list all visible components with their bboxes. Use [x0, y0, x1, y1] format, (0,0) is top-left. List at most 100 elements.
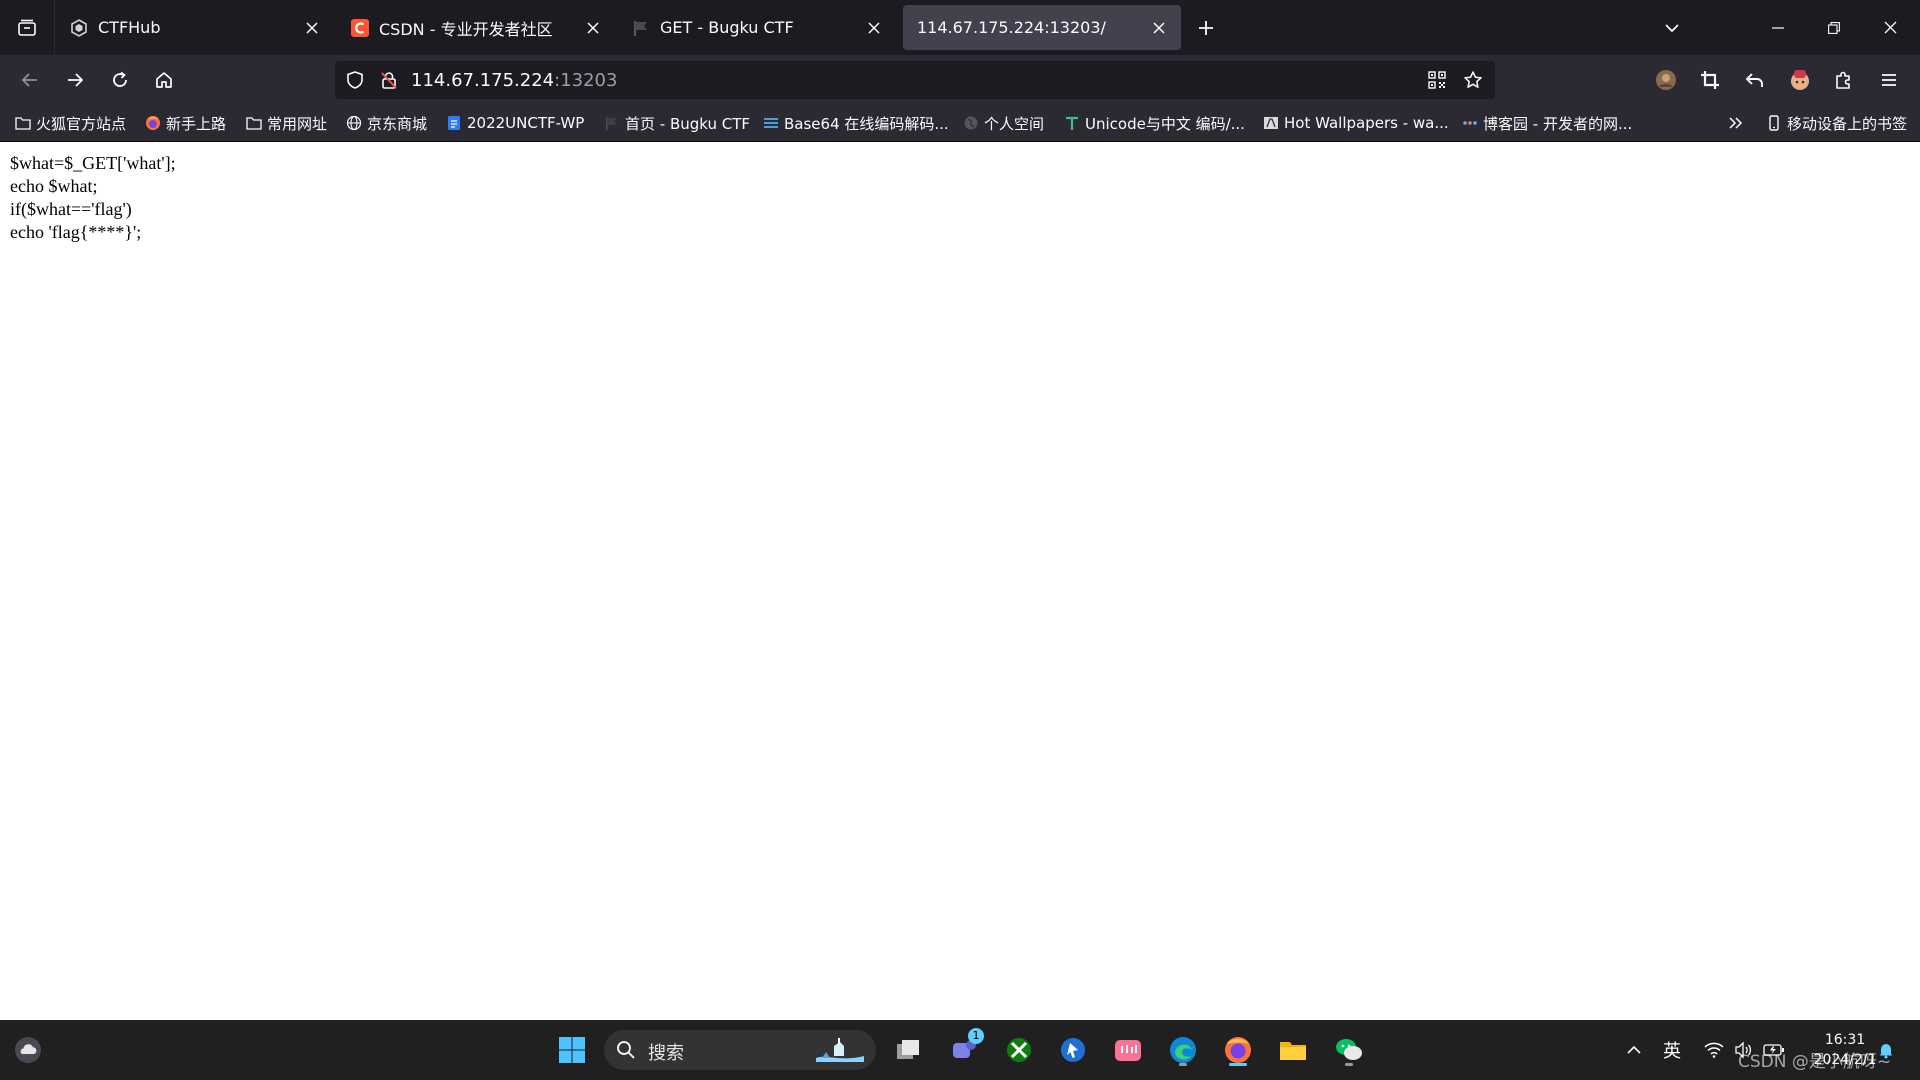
- task-view-button[interactable]: [888, 1030, 928, 1070]
- tab-title: CTFHub: [98, 18, 161, 37]
- bookmark-item[interactable]: Unicode与中文 编码/...: [1064, 112, 1245, 134]
- bookmark-label: 博客园 - 开发者的网...: [1483, 114, 1633, 133]
- input-method-indicator[interactable]: 英: [1660, 1038, 1684, 1062]
- bookmark-item[interactable]: 常用网址: [246, 112, 327, 134]
- bilibili-app-button[interactable]: [1108, 1030, 1148, 1070]
- restore-button[interactable]: [1806, 0, 1862, 55]
- taskbar-search[interactable]: 搜索: [604, 1030, 876, 1070]
- screenshot-button[interactable]: [1694, 64, 1726, 96]
- address-bar[interactable]: 114.67.175.224:13203: [335, 61, 1495, 99]
- bookmark-label: Unicode与中文 编码/...: [1085, 114, 1245, 133]
- close-tab-icon[interactable]: [1149, 18, 1169, 38]
- extensions-button[interactable]: [1828, 64, 1860, 96]
- t-icon: [1064, 115, 1080, 131]
- file-explorer-button[interactable]: [1273, 1030, 1313, 1070]
- active-app-indicator: [1229, 1063, 1247, 1066]
- mobile-bookmarks-folder[interactable]: 移动设备上的书签: [1766, 112, 1907, 134]
- home-icon: [156, 72, 172, 88]
- tab-bugku-get[interactable]: GET - Bugku CTF: [618, 5, 896, 50]
- close-tab-icon[interactable]: [302, 18, 322, 38]
- ctfhub-favicon-icon: [70, 18, 88, 37]
- bookmark-item[interactable]: 个人空间: [963, 112, 1044, 134]
- bookmark-item[interactable]: Base64 在线编码解码...: [763, 112, 949, 134]
- running-indicator: [1345, 1063, 1353, 1066]
- windows-logo-icon: [559, 1037, 585, 1063]
- tab-list-button[interactable]: [0, 0, 55, 55]
- bookmark-label: 京东商城: [367, 114, 428, 133]
- close-tab-icon[interactable]: [864, 18, 884, 38]
- pointer-app-button[interactable]: [1053, 1030, 1093, 1070]
- bookmark-label: 首页 - Bugku CTF: [625, 114, 751, 133]
- forward-button[interactable]: [59, 64, 91, 96]
- close-tab-icon[interactable]: [583, 18, 603, 38]
- folder-icon: [246, 115, 262, 131]
- chevron-up-icon: [1627, 1045, 1641, 1054]
- minimize-icon: [1772, 26, 1784, 29]
- tab-ctfhub[interactable]: CTFHub: [56, 5, 334, 50]
- firefox-icon: [145, 115, 161, 131]
- bookmark-star-icon[interactable]: [1461, 68, 1485, 92]
- url-text[interactable]: 114.67.175.224:13203: [411, 70, 617, 91]
- cnblogs-icon: [1462, 115, 1478, 131]
- puzzle-icon: [1836, 71, 1850, 89]
- bookmark-item[interactable]: Hot Wallpapers - wa...: [1263, 112, 1449, 134]
- tab-current[interactable]: 114.67.175.224:13203/: [903, 5, 1181, 50]
- navigation-toolbar: 114.67.175.224:13203: [0, 55, 1920, 105]
- bookmark-label: 2022UNCTF-WP: [467, 114, 585, 132]
- more-bookmarks-button[interactable]: [1728, 112, 1749, 134]
- teams-chat-button[interactable]: 1: [944, 1028, 984, 1070]
- undo-button[interactable]: [1739, 64, 1771, 96]
- task-view-icon: [897, 1040, 919, 1059]
- insecure-lock-icon[interactable]: [377, 68, 401, 92]
- firefox-taskbar-button[interactable]: [1218, 1030, 1258, 1070]
- list-all-tabs-button[interactable]: [1656, 12, 1688, 44]
- xbox-app-button[interactable]: [999, 1030, 1039, 1070]
- menu-button[interactable]: [1873, 64, 1905, 96]
- wifi-icon[interactable]: [1702, 1038, 1726, 1062]
- url-port: :13203: [554, 70, 618, 91]
- shield-icon[interactable]: [343, 68, 367, 92]
- restore-icon: [1828, 21, 1840, 34]
- edge-icon: [1170, 1037, 1196, 1063]
- globe-icon: [346, 115, 362, 131]
- start-button[interactable]: [552, 1030, 592, 1070]
- back-button[interactable]: [14, 64, 46, 96]
- search-icon: [616, 1040, 636, 1064]
- globe-icon: [963, 115, 979, 131]
- bookmark-label: 新手上路: [166, 114, 227, 133]
- edge-browser-button[interactable]: [1163, 1030, 1203, 1070]
- bookmark-item[interactable]: 博客园 - 开发者的网...: [1462, 112, 1632, 134]
- bookmark-item[interactable]: 首页 - Bugku CTF: [604, 112, 750, 134]
- home-button[interactable]: [148, 64, 180, 96]
- code-line: echo 'flag{****}';: [10, 222, 142, 242]
- bookmark-item[interactable]: 京东商城: [346, 112, 427, 134]
- close-window-button[interactable]: [1862, 0, 1918, 55]
- avatar-icon: [1656, 70, 1676, 90]
- show-hidden-icons-button[interactable]: [1622, 1038, 1646, 1062]
- code-line: $what=$_GET['what'];: [10, 153, 176, 173]
- code-line: if($what=='flag'): [10, 199, 132, 219]
- csdn-watermark: CSDN @是小航呀~: [1738, 1052, 1892, 1072]
- search-highlight-illustration: [812, 1036, 868, 1068]
- bookmark-label: 移动设备上的书签: [1787, 114, 1908, 133]
- bookmark-item[interactable]: 火狐官方站点: [15, 112, 126, 134]
- reload-button[interactable]: [104, 64, 136, 96]
- new-tab-button[interactable]: [1190, 12, 1222, 44]
- qr-code-icon[interactable]: [1425, 68, 1449, 92]
- bookmark-item[interactable]: 2022UNCTF-WP: [446, 112, 584, 134]
- code-line: echo $what;: [10, 176, 98, 196]
- cloud-icon: [15, 1037, 41, 1063]
- windows-taskbar: 搜索 1 英 16:31 2024/2/1: [0, 1020, 1920, 1080]
- account-button[interactable]: [1650, 64, 1682, 96]
- bookmark-item[interactable]: 新手上路: [145, 112, 226, 134]
- php-source-code: $what=$_GET['what']; echo $what; if($wha…: [10, 152, 176, 244]
- minimize-button[interactable]: [1750, 0, 1806, 55]
- weather-widget[interactable]: [8, 1030, 48, 1070]
- search-label: 搜索: [648, 1043, 684, 1064]
- folder-icon: [15, 115, 31, 131]
- extension-button[interactable]: [1784, 64, 1816, 96]
- tab-csdn[interactable]: CSDN - 专业开发者社区: [337, 5, 615, 50]
- reload-icon: [113, 71, 127, 87]
- wechat-button[interactable]: [1329, 1030, 1369, 1070]
- flag-favicon-icon: [632, 19, 650, 37]
